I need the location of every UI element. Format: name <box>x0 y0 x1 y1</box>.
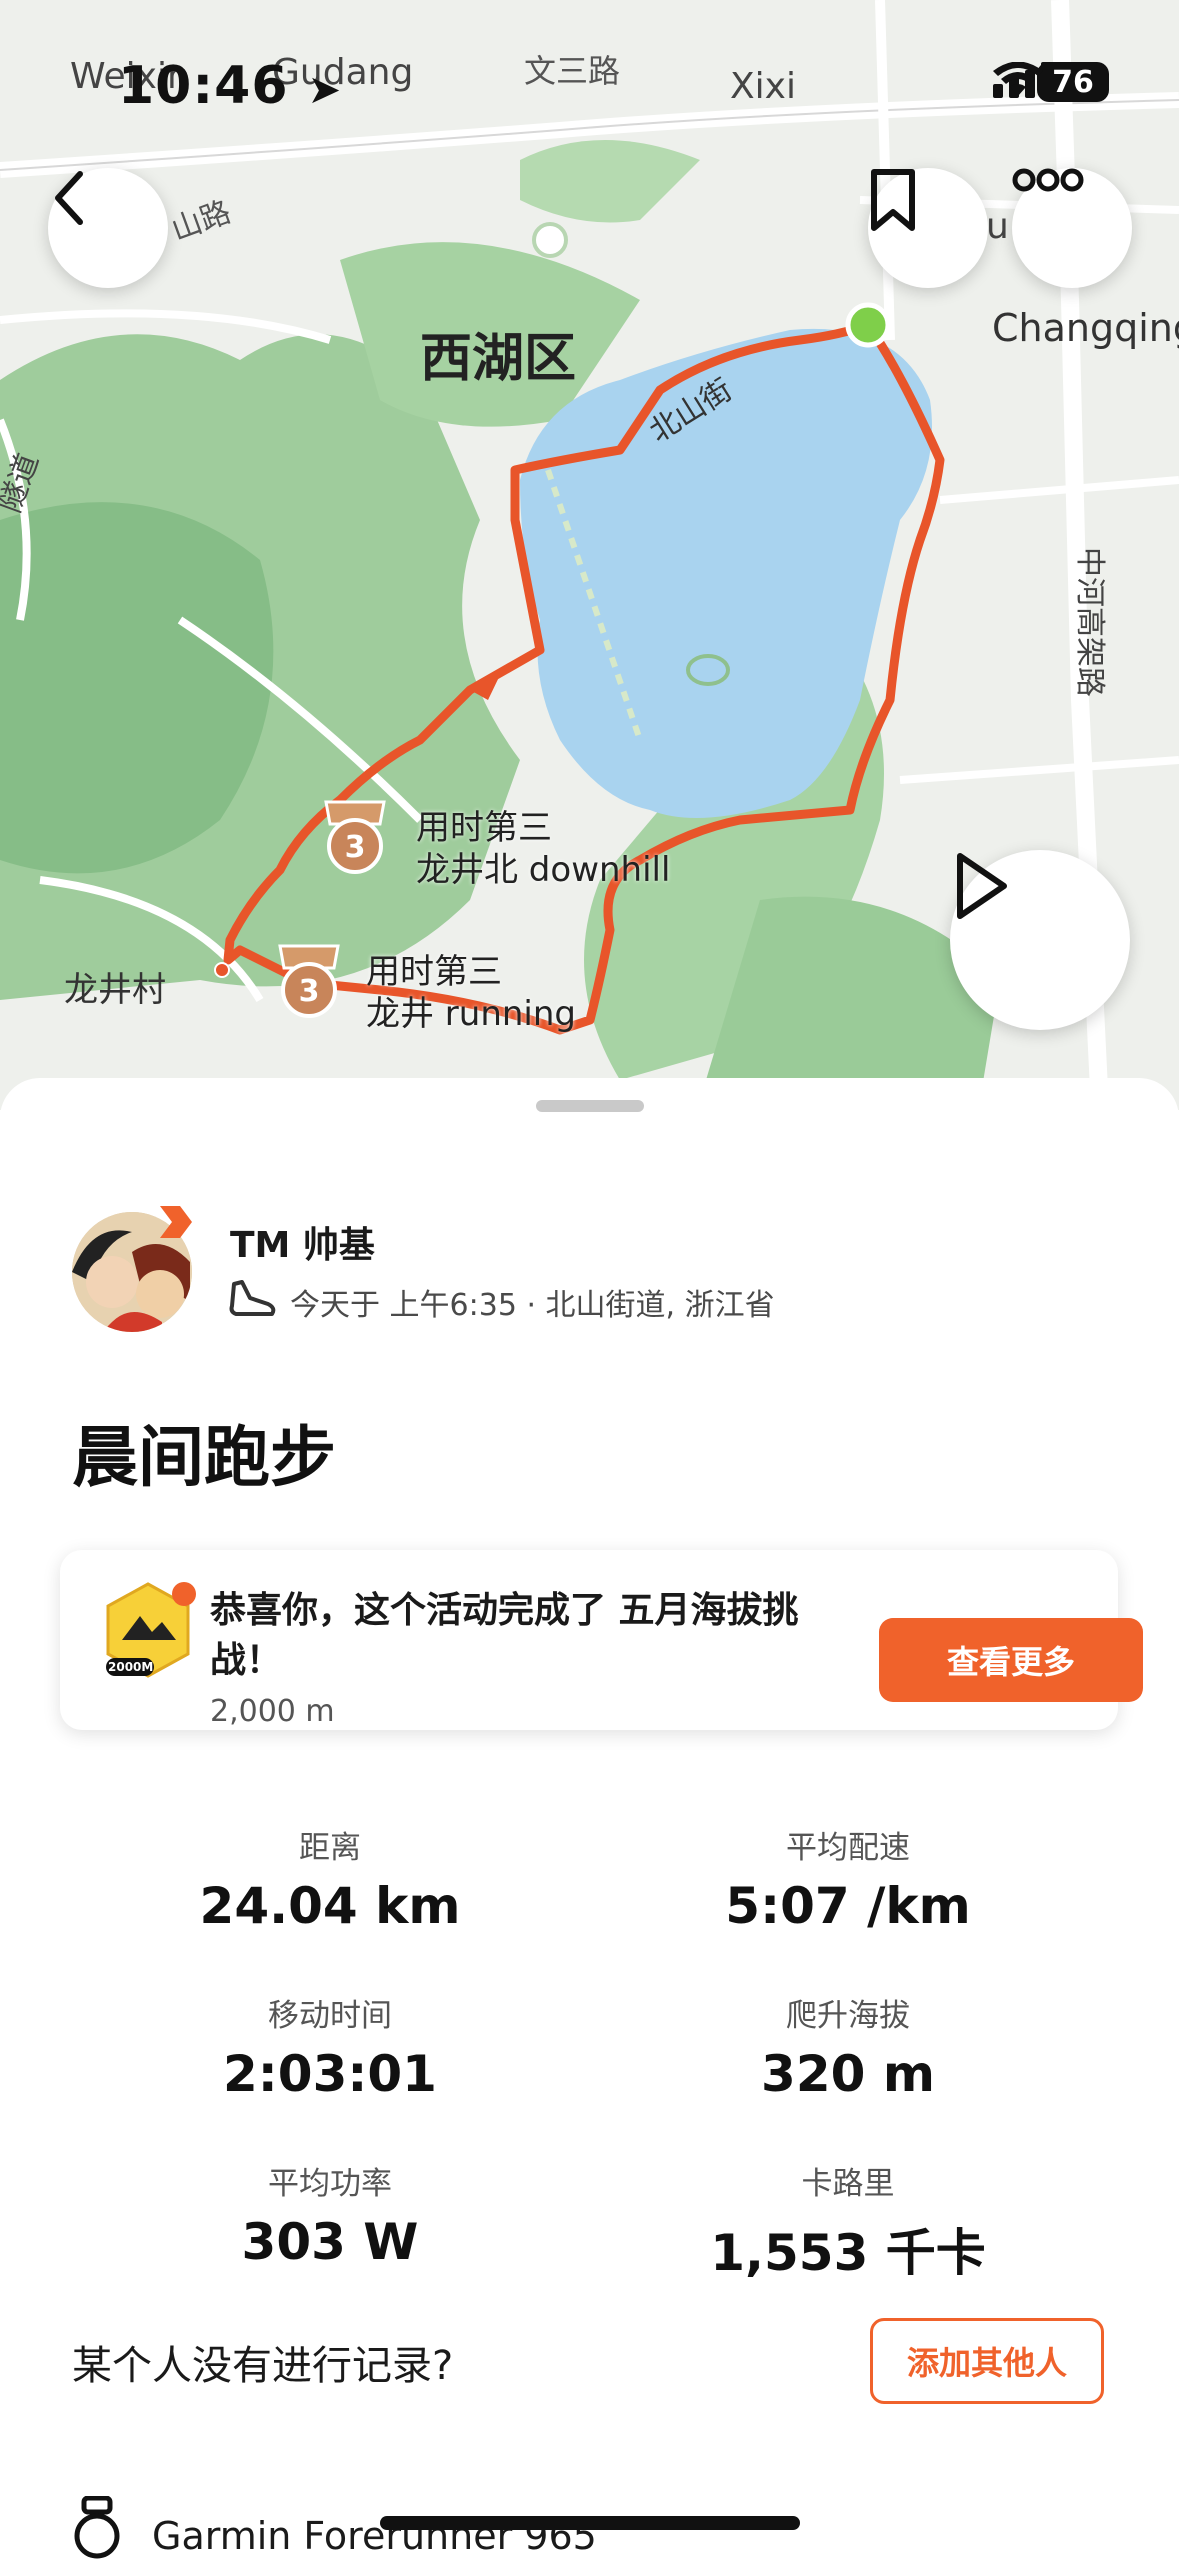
stat-calories: 卡路里 1,553 千卡 <box>598 2158 1098 2285</box>
add-others-button[interactable]: 添加其他人 <box>870 2318 1104 2404</box>
map-label-xixi: Xixi <box>730 66 796 107</box>
stat-value: 24.04 km <box>199 1877 461 1935</box>
map-label-longjing-village: 龙井村 <box>64 970 166 1010</box>
segment-label-line2: 龙井 running <box>366 994 577 1034</box>
map-label-changqing: Changqing <box>992 306 1179 350</box>
subscriber-badge <box>156 1202 196 1242</box>
stat-value: 5:07 /km <box>725 1877 971 1935</box>
stat-label: 平均配速 <box>786 1830 910 1866</box>
device-row: Garmin Forerunner 965 <box>72 2495 597 2575</box>
activity-sheet: TM 帅基 今天于 上午6:35 · 北山街道, 浙江省 晨间跑步 2000M … <box>0 1078 1179 2559</box>
stat-moving-time: 移动时间 2:03:01 <box>80 1990 580 2103</box>
stat-value: 1,553 千卡 <box>710 2224 986 2282</box>
stat-label: 移动时间 <box>268 1998 392 2034</box>
map-label-wensan-road: 文三路 <box>524 52 621 90</box>
segment-rank: 3 <box>298 974 320 1009</box>
stat-avg-pace: 平均配速 5:07 /km <box>598 1822 1098 1935</box>
record-prompt: 某个人没有进行记录? <box>72 2343 454 2389</box>
segment-label-line2: 龙井北 downhill <box>416 850 671 890</box>
stat-distance: 距离 24.04 km <box>80 1822 580 1935</box>
stat-value: 2:03:01 <box>223 2045 437 2103</box>
challenge-badge-text: 2000M <box>108 1660 154 1674</box>
more-options-button[interactable] <box>1012 168 1132 288</box>
challenge-value: 2,000 m <box>210 1694 335 1729</box>
stat-value: 303 W <box>241 2213 419 2271</box>
sheet-drag-handle[interactable] <box>536 1100 644 1112</box>
status-time-text: 10:46 <box>118 56 289 116</box>
back-button[interactable] <box>48 168 168 288</box>
challenge-badge-icon: 2000M <box>100 1580 196 1680</box>
athlete-name[interactable]: TM 帅基 <box>230 1216 375 1268</box>
stat-avg-power: 平均功率 303 W <box>80 2158 580 2271</box>
play-flyover-button[interactable] <box>950 850 1130 1030</box>
activity-meta: 今天于 上午6:35 · 北山街道, 浙江省 <box>228 1276 775 1328</box>
activity-title: 晨间跑步 <box>72 1419 336 1496</box>
challenge-card[interactable]: 2000M 恭喜你，这个活动完成了 五月海拔挑战！ 2,000 m 查看更多 <box>60 1550 1143 1730</box>
view-more-button[interactable]: 查看更多 <box>879 1618 1143 1702</box>
running-shoe-icon <box>228 1276 278 1328</box>
status-icons: 76 <box>993 62 1109 102</box>
activity-meta-text: 今天于 上午6:35 · 北山街道, 浙江省 <box>290 1288 775 1323</box>
status-time: 10:46 ➤ <box>118 56 342 116</box>
stat-elevation-gain: 爬升海拔 320 m <box>598 1990 1098 2103</box>
challenge-message: 恭喜你，这个活动完成了 五月海拔挑战！ <box>210 1590 799 1681</box>
medal-icon: 3 <box>274 944 344 1018</box>
home-indicator[interactable] <box>380 2516 800 2530</box>
bookmark-button[interactable] <box>868 168 988 288</box>
route-map[interactable]: Weixin Gudang 文三路 Xixi 山路 u Changqing 西湖… <box>0 0 1179 1110</box>
map-label-zhonghe-viaduct: 中河高架路 <box>1072 547 1107 697</box>
stat-label: 平均功率 <box>268 2166 392 2202</box>
stat-value: 320 m <box>761 2045 935 2103</box>
medal-icon: 3 <box>320 800 390 874</box>
segment-rank: 3 <box>344 830 366 865</box>
stat-label: 卡路里 <box>801 2166 895 2202</box>
watch-icon <box>72 2495 122 2575</box>
map-label-u: u <box>986 206 1009 247</box>
map-label-district: 西湖区 <box>420 329 577 389</box>
location-arrow-icon: ➤ <box>307 67 343 113</box>
stat-label: 爬升海拔 <box>786 1998 910 2034</box>
stat-label: 距离 <box>299 1830 361 1866</box>
